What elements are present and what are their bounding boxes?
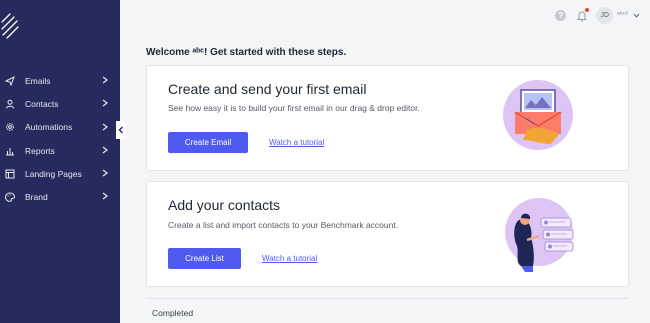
sidebar-collapse-button[interactable] xyxy=(116,121,126,139)
user-name[interactable]: ᵃᵇᶜᵈ xyxy=(617,12,628,18)
topbar: ? JD ᵃᵇᶜᵈ xyxy=(555,6,640,24)
send-icon xyxy=(5,75,15,86)
sidebar-item-contacts[interactable]: Contacts xyxy=(0,92,120,115)
user-icon xyxy=(5,99,15,109)
watch-tutorial-link[interactable]: Watch a tutorial xyxy=(262,254,317,263)
chevron-right-icon xyxy=(102,99,108,107)
completed-section-label[interactable]: Completed xyxy=(152,308,193,318)
layout-icon xyxy=(5,169,15,179)
welcome-heading: Welcome ᵃᵇᶜ! Get started with these step… xyxy=(146,47,347,58)
chevron-right-icon xyxy=(102,193,108,200)
onboarding-card-email: Create and send your first email See how… xyxy=(146,65,629,171)
sidebar-item-reports[interactable]: Reports xyxy=(0,139,120,162)
sidebar-item-label: Brand xyxy=(25,192,48,203)
logo-icon[interactable] xyxy=(0,12,24,40)
sidebar-item-label: Contacts xyxy=(25,98,59,109)
contacts-illustration xyxy=(505,198,574,272)
card-title: Add your contacts xyxy=(168,197,281,213)
avatar[interactable]: JD xyxy=(596,6,614,24)
notifications-bell-icon[interactable] xyxy=(576,8,590,22)
card-description: Create a list and import contacts to you… xyxy=(168,220,399,230)
email-editor-illustration xyxy=(503,80,573,150)
watch-tutorial-link[interactable]: Watch a tutorial xyxy=(269,138,324,147)
sidebar-item-label: Automations xyxy=(25,122,73,133)
chevron-right-icon xyxy=(102,169,108,177)
chevron-right-icon xyxy=(102,76,108,84)
card-description: See how easy it is to build your first e… xyxy=(168,103,420,113)
sidebar-item-landing-pages[interactable]: Landing Pages xyxy=(0,162,120,185)
bar-chart-icon xyxy=(5,146,15,156)
gear-icon xyxy=(5,122,15,132)
sidebar: Emails Contacts Automations Reports Land… xyxy=(0,0,120,323)
sidebar-item-label: Reports xyxy=(25,145,55,156)
help-icon[interactable]: ? xyxy=(555,9,567,21)
sidebar-item-label: Landing Pages xyxy=(25,168,82,179)
chevron-right-icon xyxy=(102,146,108,154)
sidebar-item-label: Emails xyxy=(25,75,51,86)
divider xyxy=(146,298,629,299)
sidebar-item-brand[interactable]: Brand xyxy=(0,185,120,208)
chevron-down-icon[interactable] xyxy=(633,13,640,18)
onboarding-card-contacts: Add your contacts Create a list and impo… xyxy=(146,181,629,287)
sidebar-nav: Emails Contacts Automations Reports Land… xyxy=(0,69,120,209)
palette-icon xyxy=(5,192,15,202)
chevron-right-icon xyxy=(102,123,108,131)
sidebar-item-emails[interactable]: Emails xyxy=(0,69,120,92)
create-email-button[interactable]: Create Email xyxy=(168,132,248,153)
chevron-left-icon xyxy=(118,126,123,134)
notification-dot xyxy=(585,8,590,12)
create-list-button[interactable]: Create List xyxy=(168,248,241,269)
sidebar-item-automations[interactable]: Automations xyxy=(0,116,120,139)
card-title: Create and send your first email xyxy=(168,81,367,97)
